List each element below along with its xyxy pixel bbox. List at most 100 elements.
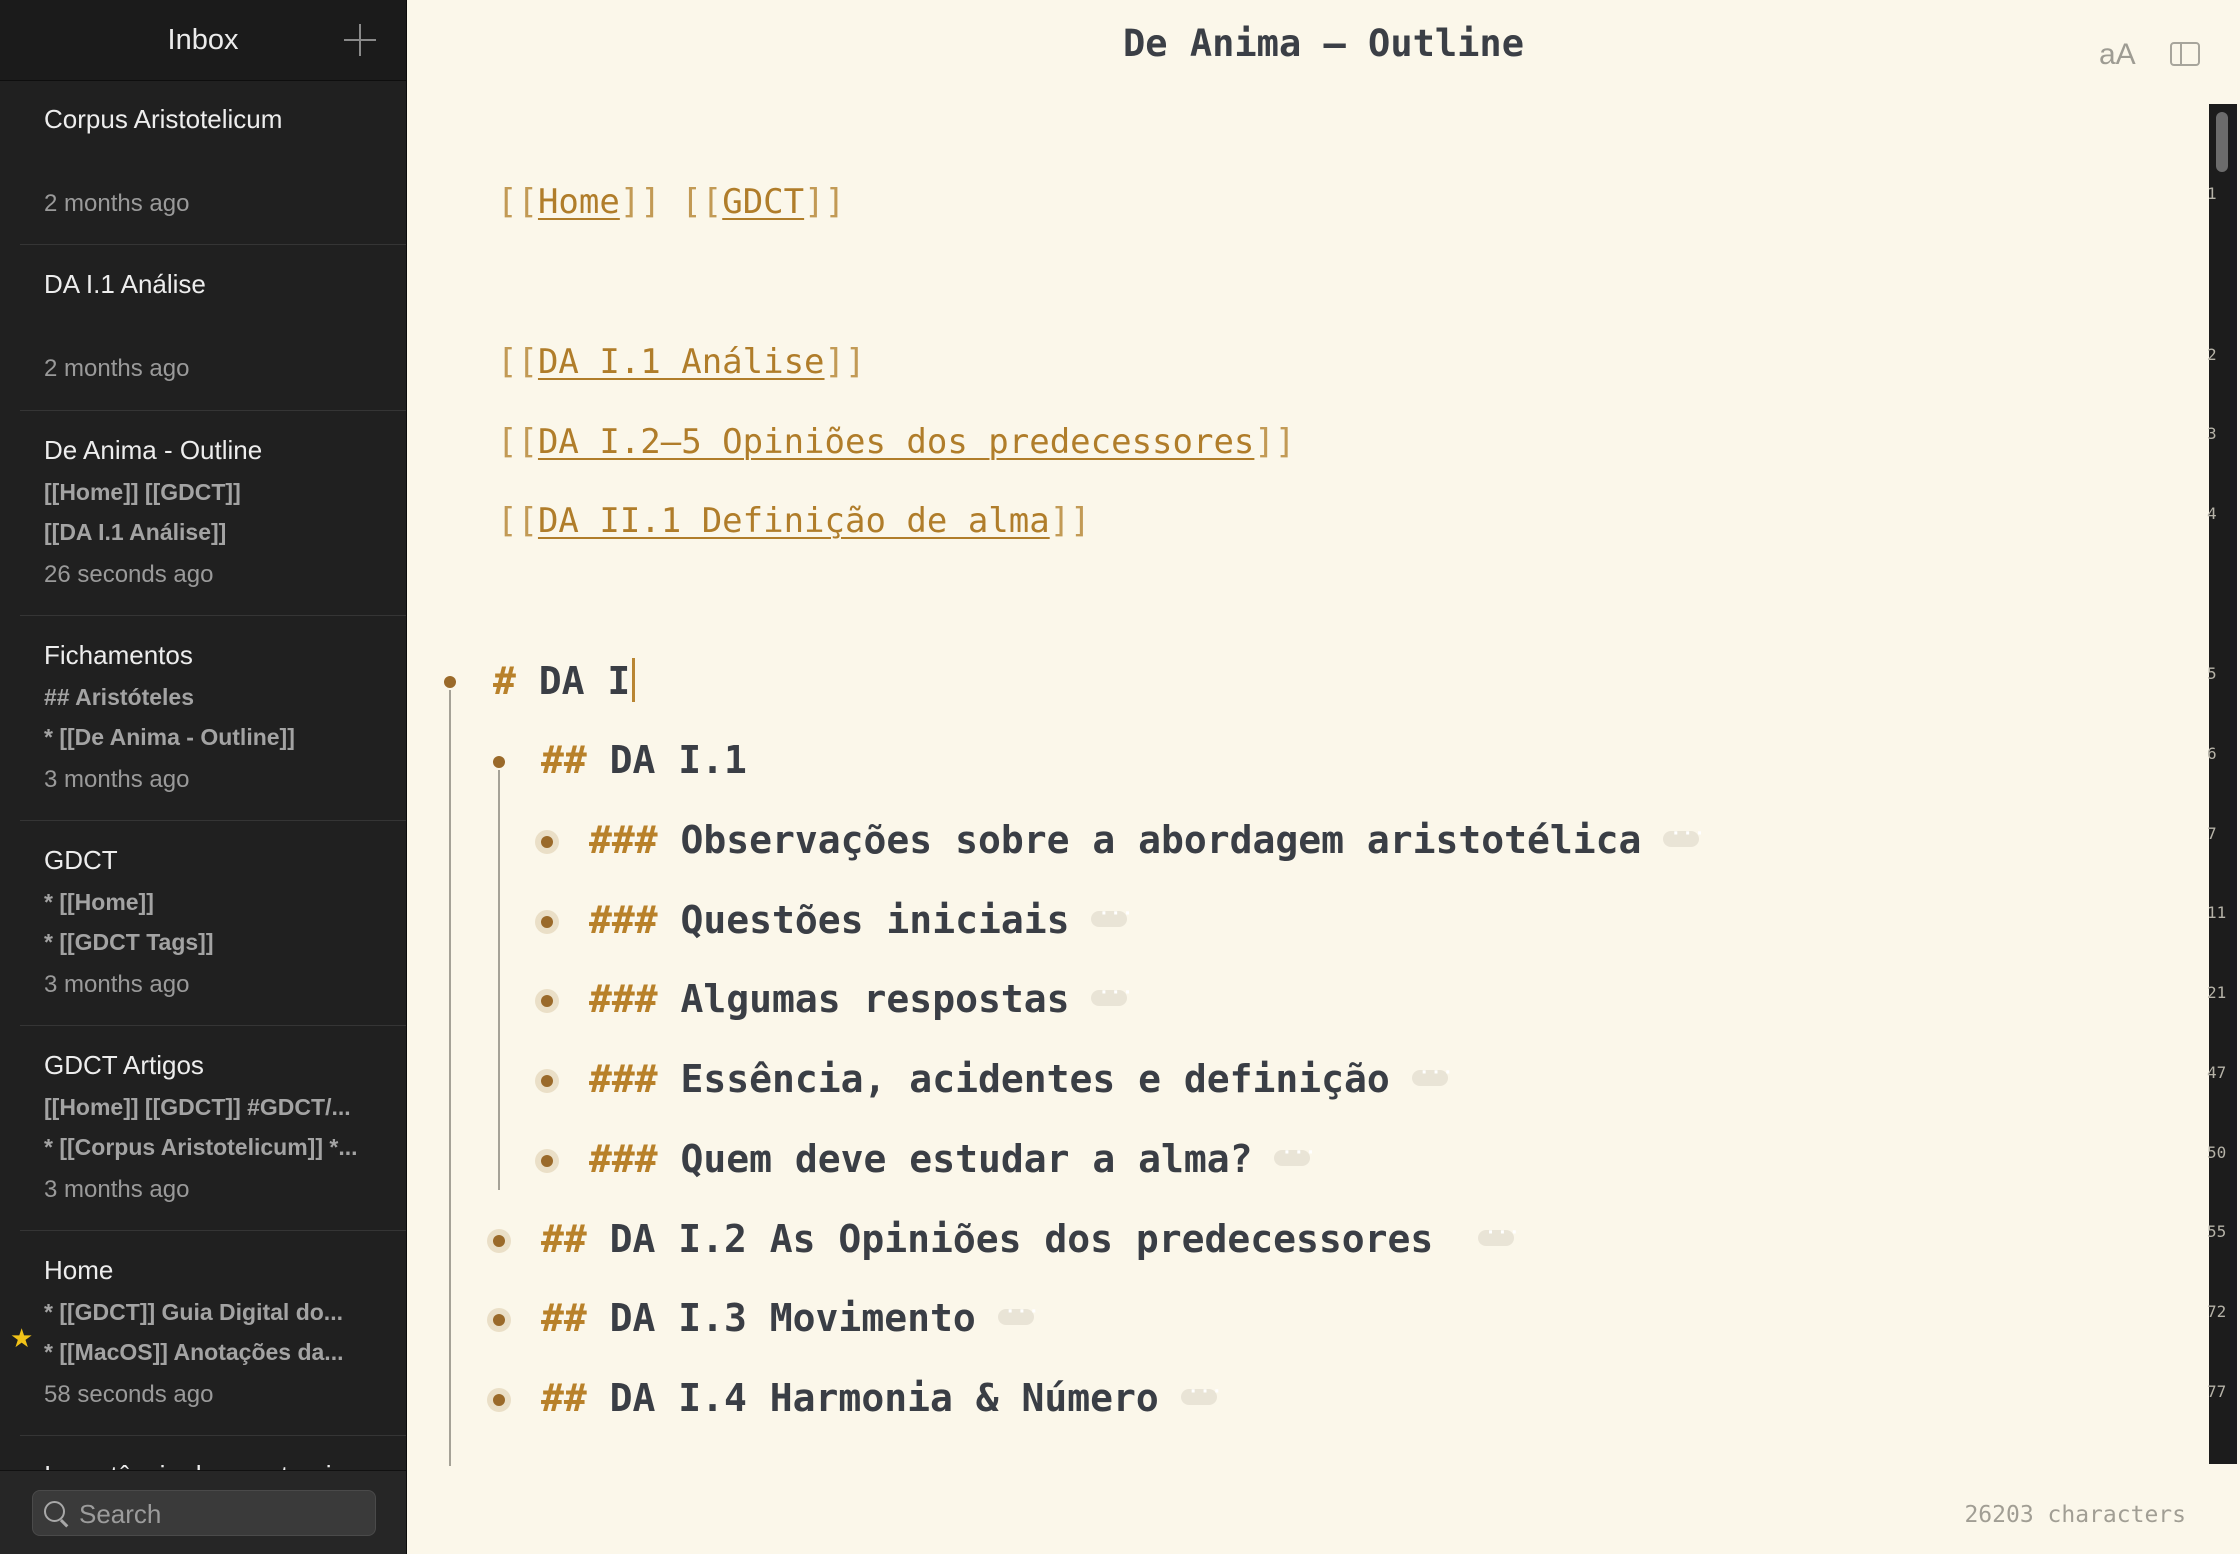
- heading-marker: ##: [541, 1376, 587, 1420]
- heading-text: Observações sobre a abordagem aristotéli…: [680, 818, 1642, 862]
- toggle-sidebar-icon[interactable]: [2170, 42, 2200, 66]
- collapsed-ellipsis-icon[interactable]: [1091, 982, 1134, 1006]
- line-number: 77: [2207, 1382, 2227, 1401]
- line-number: 1: [2207, 184, 2217, 203]
- heading-marker: ###: [589, 898, 658, 942]
- note-time: 3 months ago: [44, 1176, 190, 1203]
- wikilink-da21[interactable]: DA II.1 Definição de alma: [538, 501, 1050, 541]
- note-preview-line: * [[MacOS]] Anotações da...: [44, 1339, 344, 1365]
- note-title: DA I.1 Análise: [44, 269, 206, 299]
- search-input[interactable]: Search: [32, 1490, 376, 1536]
- collapsed-ellipsis-icon[interactable]: [1411, 1062, 1454, 1086]
- note-preview-line: [[Home]] [[GDCT]] #GDCT/...: [44, 1094, 351, 1120]
- scrollbar-track[interactable]: [2209, 104, 2237, 1464]
- note-list-item[interactable]: GDCT * [[Home]] * [[GDCT Tags]] 3 months…: [20, 821, 406, 1026]
- note-list-item[interactable]: Fichamentos ## Aristóteles * [[De Anima …: [20, 616, 406, 821]
- line-number: 55: [2207, 1222, 2227, 1241]
- note-preview-line: [[DA I.1 Análise]]: [44, 519, 227, 545]
- heading-2[interactable]: ## DA I.2 As Opiniões dos predecessores: [541, 1217, 1521, 1261]
- wikilink-gdct[interactable]: GDCT: [722, 182, 804, 222]
- heading-marker: ##: [541, 738, 587, 782]
- collapsed-ellipsis-icon[interactable]: [1091, 903, 1134, 927]
- wikilink-line: [[DA II.1 Definição de alma]]: [497, 501, 1091, 541]
- collapsed-ellipsis-icon[interactable]: [1180, 1381, 1223, 1405]
- note-title-header: De Anima – Outline: [1123, 22, 1524, 65]
- collapsed-ellipsis-icon[interactable]: [997, 1301, 1040, 1325]
- heading-3[interactable]: ### Questões iniciais: [589, 898, 1134, 942]
- heading-text: Quem deve estudar a alma?: [680, 1137, 1253, 1181]
- line-number: 6: [2207, 744, 2217, 763]
- wikilink-da125[interactable]: DA I.2–5 Opiniões dos predecessores: [538, 422, 1254, 462]
- sidebar-header: Inbox: [0, 0, 406, 81]
- note-preview-line: * [[De Anima - Outline]]: [44, 724, 295, 750]
- new-note-plus-icon[interactable]: [340, 20, 380, 60]
- collapsed-ellipsis-icon[interactable]: [1663, 823, 1706, 847]
- heading-1[interactable]: # DA I: [493, 658, 636, 703]
- note-title: De Anima - Outline: [44, 435, 263, 465]
- heading-2[interactable]: ## DA I.4 Harmonia & Número: [541, 1376, 1223, 1420]
- star-icon: ★: [10, 1323, 34, 1353]
- outline-guide-line: [498, 770, 500, 1190]
- line-number: 4: [2207, 504, 2217, 523]
- fold-bullet[interactable]: [493, 1235, 505, 1247]
- line-number: 21: [2207, 983, 2227, 1002]
- heading-marker: ###: [589, 818, 658, 862]
- note-list-item[interactable]: DA I.1 Análise 2 months ago: [20, 245, 406, 411]
- fold-bullet[interactable]: [541, 1155, 553, 1167]
- note-list: Corpus Aristotelicum 2 months ago DA I.1…: [0, 80, 406, 1554]
- line-number: 11: [2207, 903, 2227, 922]
- note-time: 2 months ago: [44, 190, 190, 217]
- search-icon: [44, 1501, 65, 1522]
- font-size-button[interactable]: aA: [2099, 38, 2136, 72]
- note-time: 58 seconds ago: [44, 1381, 214, 1408]
- note-title: Fichamentos: [44, 640, 193, 670]
- notes-sidebar: Inbox Corpus Aristotelicum 2 months ago …: [0, 0, 407, 1554]
- heading-marker: #: [493, 659, 516, 703]
- fold-bullet[interactable]: [444, 676, 456, 688]
- search-placeholder: Search: [79, 1499, 162, 1529]
- note-time: 3 months ago: [44, 971, 190, 998]
- fold-bullet[interactable]: [541, 836, 553, 848]
- heading-3[interactable]: ### Essência, acidentes e definição: [589, 1057, 1454, 1101]
- heading-3[interactable]: ### Algumas respostas: [589, 977, 1134, 1021]
- wikilink-da11[interactable]: DA I.1 Análise: [538, 342, 825, 382]
- heading-text: DA I.4 Harmonia & Número: [609, 1376, 1159, 1420]
- heading-marker: ###: [589, 1057, 658, 1101]
- note-list-item[interactable]: De Anima - Outline [[Home]] [[GDCT]] [[D…: [20, 411, 406, 616]
- collapsed-ellipsis-icon[interactable]: [1478, 1222, 1521, 1246]
- fold-bullet[interactable]: [493, 756, 505, 768]
- fold-bullet[interactable]: [541, 916, 553, 928]
- heading-text: DA I.3 Movimento: [609, 1296, 976, 1340]
- note-preview-line: * [[Corpus Aristotelicum]] *...: [44, 1134, 358, 1160]
- collapsed-ellipsis-icon[interactable]: [1274, 1142, 1317, 1166]
- heading-marker: ###: [589, 977, 658, 1021]
- note-list-item[interactable]: Corpus Aristotelicum 2 months ago: [20, 80, 406, 245]
- note-list-item[interactable]: Home * [[GDCT]] Guia Digital do... * [[M…: [10, 1231, 406, 1436]
- note-preview-line: * [[Home]]: [44, 889, 154, 915]
- scrollbar-thumb[interactable]: [2216, 112, 2228, 172]
- wikilink-home[interactable]: Home: [538, 182, 620, 222]
- fold-bullet[interactable]: [493, 1314, 505, 1326]
- note-title: Corpus Aristotelicum: [44, 104, 283, 134]
- heading-3[interactable]: ### Observações sobre a abordagem aristo…: [589, 818, 1706, 862]
- heading-2[interactable]: ## DA I.1: [541, 738, 747, 782]
- fold-bullet[interactable]: [541, 1075, 553, 1087]
- heading-2[interactable]: ## DA I.3 Movimento: [541, 1296, 1040, 1340]
- note-preview-line: * [[GDCT]] Guia Digital do...: [44, 1299, 343, 1325]
- note-title: GDCT Artigos: [44, 1050, 204, 1080]
- wikilink-line: [[Home]] [[GDCT]]: [497, 182, 846, 222]
- wikilink-line: [[DA I.1 Análise]]: [497, 342, 866, 382]
- fold-bullet[interactable]: [541, 995, 553, 1007]
- note-time: 26 seconds ago: [44, 561, 214, 588]
- outline-guide-line: [449, 690, 451, 1466]
- note-list-item[interactable]: GDCT Artigos [[Home]] [[GDCT]] #GDCT/...…: [20, 1026, 406, 1231]
- heading-text: Essência, acidentes e definição: [680, 1057, 1390, 1101]
- note-time: 3 months ago: [44, 766, 190, 793]
- fold-bullet[interactable]: [493, 1394, 505, 1406]
- editor-pane[interactable]: De Anima – Outline aA [[Home]] [[GDCT]] …: [407, 0, 2240, 1554]
- heading-text: DA I: [538, 659, 631, 703]
- note-title: GDCT: [44, 845, 118, 875]
- heading-3[interactable]: ### Quem deve estudar a alma?: [589, 1137, 1317, 1181]
- note-preview-line: * [[GDCT Tags]]: [44, 929, 214, 955]
- line-number: 50: [2207, 1143, 2227, 1162]
